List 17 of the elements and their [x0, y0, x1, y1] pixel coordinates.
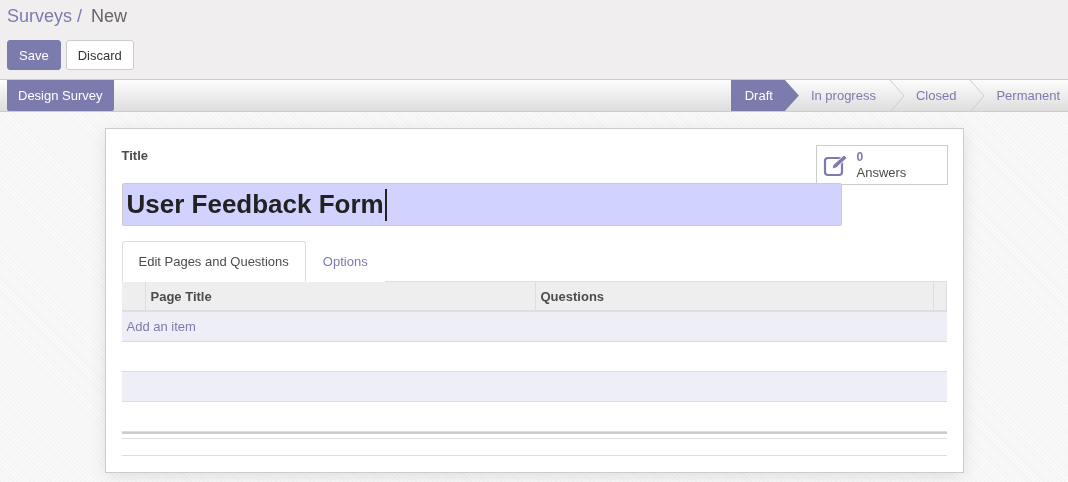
add-item-link[interactable]: Add an item [126, 319, 196, 334]
save-button[interactable]: Save [7, 40, 61, 70]
answers-count: 0 [856, 150, 865, 165]
breadcrumb-current: New [91, 5, 128, 28]
answers-label: Answers [856, 165, 907, 180]
column-header: Page Title [145, 282, 536, 310]
status-stage[interactable]: Draft [730, 80, 799, 111]
title-input[interactable]: User Feedback Form [121, 183, 842, 226]
design-survey-button[interactable]: Design Survey [7, 80, 114, 111]
answers-stat-button[interactable]: 0 Answers [815, 145, 948, 185]
edit-icon [822, 153, 849, 177]
breadcrumb-link[interactable]: Surveys / [7, 4, 83, 28]
tab[interactable]: Edit Pages and Questions [121, 241, 306, 282]
discard-button[interactable]: Discard [65, 40, 134, 70]
status-stage[interactable]: Closed [891, 80, 983, 111]
title-label: Title [121, 148, 148, 163]
column-header: Questions [535, 282, 934, 310]
